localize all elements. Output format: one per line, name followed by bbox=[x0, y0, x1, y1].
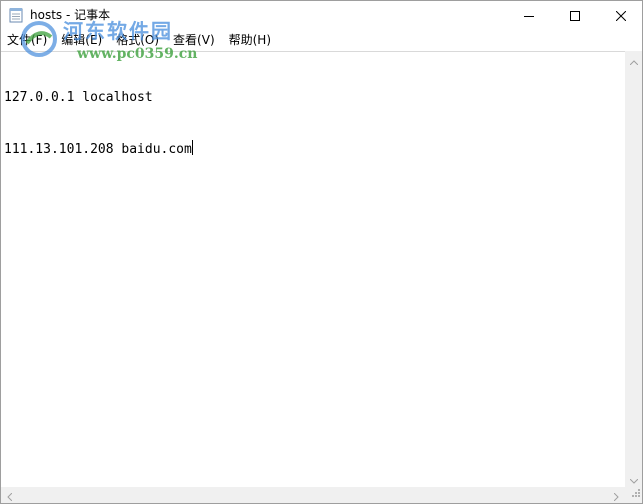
text-caret bbox=[191, 140, 193, 155]
chevron-right-icon bbox=[613, 486, 619, 504]
notepad-icon bbox=[9, 7, 23, 23]
resize-grip-icon bbox=[630, 482, 640, 501]
menu-edit[interactable]: 编辑(E) bbox=[54, 30, 109, 50]
window-title: hosts - 记事本 bbox=[30, 8, 111, 22]
chevron-up-icon bbox=[629, 50, 638, 69]
minimize-button[interactable] bbox=[506, 1, 552, 30]
close-icon bbox=[615, 6, 627, 25]
close-button[interactable] bbox=[598, 1, 642, 30]
editor-line[interactable]: 127.0.0.1 localhost bbox=[4, 89, 193, 106]
editor-line[interactable]: 111.13.101.208 baidu.com bbox=[4, 140, 193, 158]
menu-view[interactable]: 查看(V) bbox=[166, 30, 222, 50]
editor-line-text: 111.13.101.208 baidu.com bbox=[4, 142, 192, 157]
maximize-button[interactable] bbox=[552, 1, 598, 30]
size-grip[interactable] bbox=[625, 487, 642, 503]
title-bar[interactable]: hosts - 记事本 bbox=[1, 1, 642, 30]
notepad-window: hosts - 记事本 文件(F) 编辑(E) 格式(O) 查看(V) 帮助(H… bbox=[0, 0, 643, 504]
menu-bar: 文件(F) 编辑(E) 格式(O) 查看(V) 帮助(H) bbox=[1, 30, 642, 50]
menu-file[interactable]: 文件(F) bbox=[1, 30, 54, 50]
scroll-up-button[interactable] bbox=[625, 51, 642, 68]
vertical-scrollbar[interactable] bbox=[625, 51, 642, 487]
scroll-left-button[interactable] bbox=[1, 487, 18, 503]
scroll-right-button[interactable] bbox=[608, 487, 625, 503]
menu-help[interactable]: 帮助(H) bbox=[222, 30, 278, 50]
horizontal-scrollbar[interactable] bbox=[1, 487, 625, 503]
text-editor[interactable]: 127.0.0.1 localhost 111.13.101.208 baidu… bbox=[1, 51, 625, 488]
chevron-left-icon bbox=[7, 486, 13, 504]
minimize-icon bbox=[524, 6, 534, 25]
menu-format[interactable]: 格式(O) bbox=[109, 30, 166, 50]
maximize-icon bbox=[570, 6, 580, 25]
